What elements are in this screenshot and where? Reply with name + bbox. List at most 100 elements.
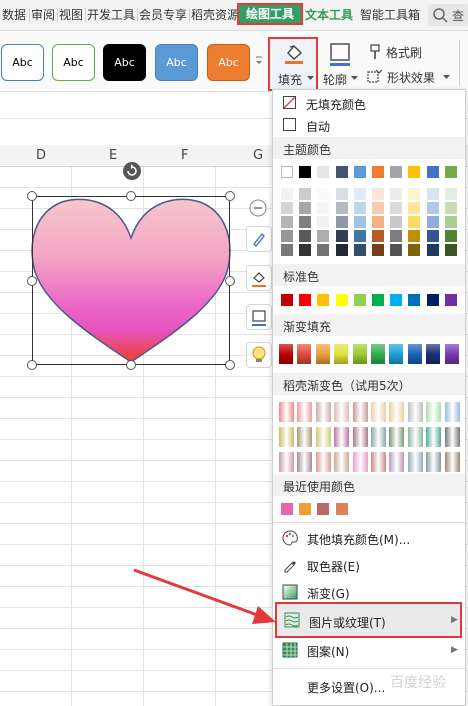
daoke-gradient-swatch[interactable] [426,427,442,447]
resize-handle[interactable] [27,191,37,201]
daoke-gradient-swatch[interactable] [371,427,386,447]
standard-color-swatch[interactable] [335,294,348,306]
standard-color-swatch[interactable] [426,294,439,306]
theme-color-swatch[interactable] [426,202,439,214]
theme-color-swatch[interactable] [390,230,403,242]
theme-color-swatch[interactable] [317,188,330,200]
daoke-gradient-swatch[interactable] [444,452,460,472]
theme-color-swatch[interactable] [408,166,421,178]
shape-effect-button[interactable]: 形状效果 [366,67,450,87]
daoke-gradient-swatch[interactable] [334,402,350,422]
theme-color-swatch[interactable] [299,166,312,178]
rotate-handle-icon[interactable] [122,161,142,181]
standard-color-swatch[interactable] [299,294,312,306]
daoke-gradient-swatch[interactable] [297,402,313,422]
theme-color-swatch[interactable] [281,244,293,256]
theme-color-swatch[interactable] [444,202,457,214]
tab-text-tools[interactable]: 文本工具 [305,6,353,23]
theme-color-swatch[interactable] [426,244,439,256]
shape-style-2[interactable]: Abc [52,44,95,81]
daoke-gradient-swatch[interactable] [371,402,386,422]
daoke-gradient-swatch[interactable] [407,427,423,447]
gradient-fill-swatch[interactable] [315,344,330,364]
theme-color-swatch[interactable] [353,230,366,242]
tab-review[interactable]: 审阅 [31,6,55,23]
daoke-gradient-swatch[interactable] [297,427,313,447]
theme-color-swatch[interactable] [335,230,348,242]
resize-handle[interactable] [225,276,235,286]
gradient-fill-swatch[interactable] [371,344,385,364]
daoke-gradient-swatch[interactable] [444,427,460,447]
gradient-fill-swatch[interactable] [334,344,349,364]
daoke-gradient-swatch[interactable] [407,452,423,472]
daoke-gradient-swatch[interactable] [279,452,294,472]
theme-color-swatch[interactable] [372,230,384,242]
daoke-gradient-swatch[interactable] [426,402,442,422]
theme-color-swatch[interactable] [408,188,421,200]
tab-member[interactable]: 会员专享 [139,6,187,23]
outline-tool-button[interactable] [246,304,272,330]
theme-color-swatch[interactable] [353,244,366,256]
daoke-gradient-swatch[interactable] [407,402,423,422]
style-gallery-more-icon[interactable] [254,53,264,69]
theme-color-swatch[interactable] [444,244,457,256]
menu-item-eyedropper[interactable]: 取色器(E) [273,555,465,577]
tab-developer-tools[interactable]: 开发工具 [87,6,135,23]
resize-handle[interactable] [225,360,235,370]
theme-color-swatch[interactable] [372,244,384,256]
menu-item-auto[interactable]: 自动 [273,115,465,135]
daoke-gradient-swatch[interactable] [352,402,368,422]
menu-item-picture-or-texture[interactable]: 图片或纹理(T) ▶ [275,602,462,638]
tab-drawing-tools[interactable]: 绘图工具 [237,3,303,25]
tab-smart-toolbox[interactable]: 智能工具箱 [360,6,420,23]
daoke-gradient-swatch[interactable] [389,452,405,472]
tab-data[interactable]: 数据 [2,6,26,23]
theme-color-swatch[interactable] [281,166,293,178]
theme-color-swatch[interactable] [390,188,403,200]
theme-color-swatch[interactable] [408,202,421,214]
theme-color-swatch[interactable] [281,216,293,228]
theme-color-swatch[interactable] [390,244,403,256]
recent-color-swatch[interactable] [317,503,330,515]
theme-color-swatch[interactable] [408,230,421,242]
tab-view[interactable]: 视图 [59,6,83,23]
theme-color-swatch[interactable] [444,188,457,200]
gradient-fill-swatch[interactable] [407,344,422,364]
theme-color-swatch[interactable] [281,230,293,242]
theme-color-swatch[interactable] [335,216,348,228]
daoke-gradient-swatch[interactable] [315,427,331,447]
theme-color-swatch[interactable] [426,166,439,178]
theme-color-swatch[interactable] [372,166,384,178]
gradient-fill-swatch[interactable] [426,344,441,364]
outline-button[interactable]: 轮廓 [322,39,358,89]
collapse-minus-icon[interactable] [249,199,267,217]
daoke-gradient-swatch[interactable] [426,452,442,472]
recent-color-swatch[interactable] [299,503,312,515]
resize-handle[interactable] [126,360,136,370]
shape-style-4[interactable]: Abc [155,44,198,81]
menu-item-pattern[interactable]: 图案(N) ▶ [273,640,465,662]
column-header-g[interactable]: G [253,148,263,163]
standard-color-swatch[interactable] [408,294,421,306]
daoke-gradient-swatch[interactable] [334,427,350,447]
theme-color-swatch[interactable] [299,202,312,214]
theme-color-swatch[interactable] [390,202,403,214]
theme-color-swatch[interactable] [335,188,348,200]
daoke-gradient-swatch[interactable] [389,427,405,447]
theme-color-swatch[interactable] [317,244,330,256]
theme-color-swatch[interactable] [281,202,293,214]
tab-daoke-resources[interactable]: 稻壳资源 [191,6,239,23]
fill-button[interactable]: 填充 [268,37,318,91]
daoke-gradient-swatch[interactable] [352,427,368,447]
standard-color-swatch[interactable] [353,294,366,306]
theme-color-swatch[interactable] [299,244,312,256]
theme-color-swatch[interactable] [281,188,293,200]
column-header-d[interactable]: D [36,148,46,163]
gradient-fill-swatch[interactable] [352,344,367,364]
shape-style-5[interactable]: Abc [207,44,250,81]
theme-color-swatch[interactable] [390,166,403,178]
gradient-fill-swatch[interactable] [389,344,404,364]
theme-color-swatch[interactable] [444,216,457,228]
theme-color-swatch[interactable] [353,216,366,228]
gradient-fill-swatch[interactable] [279,344,293,364]
